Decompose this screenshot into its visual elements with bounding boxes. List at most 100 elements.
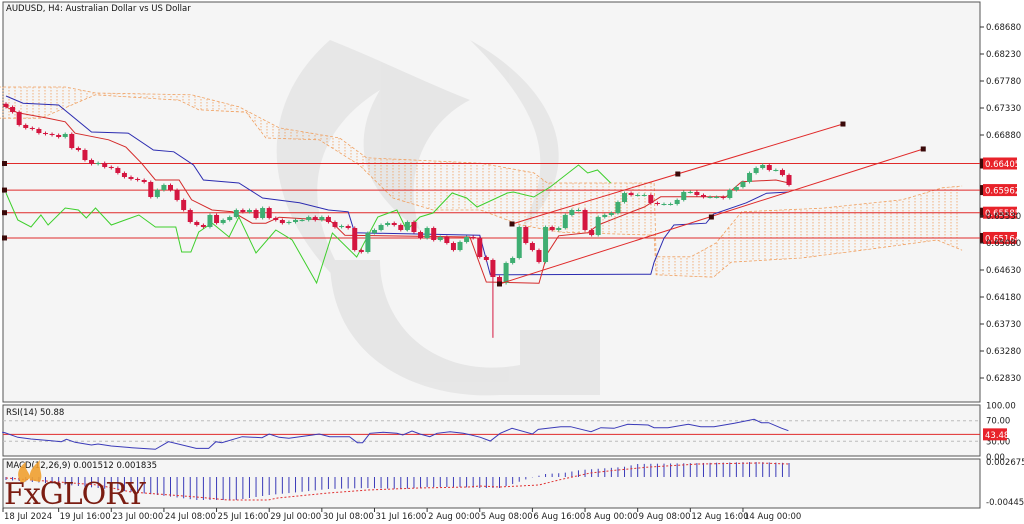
logo-text: FxGLORY xyxy=(4,477,147,512)
candle xyxy=(622,191,628,204)
candle-body xyxy=(582,210,588,230)
candle-body xyxy=(345,226,351,228)
candle-body xyxy=(740,181,746,188)
price-tick-label: 0.62830 xyxy=(986,374,1021,384)
candle xyxy=(529,241,535,252)
candle-body xyxy=(622,193,628,203)
candle xyxy=(615,200,621,215)
price-tick-label: 0.63280 xyxy=(986,347,1021,357)
candle-body xyxy=(200,225,206,227)
candle-body xyxy=(641,195,647,196)
candle xyxy=(595,215,601,237)
rsi-level-label: 43.48 xyxy=(985,431,1009,441)
level-anchor-marker[interactable] xyxy=(2,161,7,166)
candle-body xyxy=(391,223,397,225)
level-anchor-marker[interactable] xyxy=(2,210,7,216)
candle-body xyxy=(760,165,766,168)
time-tick-label: 18 Jul 2024 xyxy=(4,512,52,522)
candle-body xyxy=(700,195,706,197)
candle-body xyxy=(378,225,384,230)
time-tick-label: 31 Jul 16:00 xyxy=(375,512,426,522)
price-tick-label: 0.64180 xyxy=(986,293,1021,303)
candle-body xyxy=(260,208,266,218)
candle xyxy=(457,240,463,252)
candle-body xyxy=(437,237,443,240)
candle-body xyxy=(3,103,9,107)
candle-body xyxy=(10,106,16,113)
chart-title: AUDUSD, H4: Australian Dollar vs US Doll… xyxy=(6,4,191,14)
trading-chart[interactable]: 0.664050.659620.655850.65164 0.686800.68… xyxy=(0,0,1024,524)
candle-body xyxy=(661,204,667,205)
rsi-pane[interactable] xyxy=(2,404,981,457)
candle-body xyxy=(128,177,134,179)
candle xyxy=(523,225,529,245)
candle-body xyxy=(654,202,660,204)
candle-body xyxy=(319,217,325,221)
candle-body xyxy=(82,150,88,161)
candle-body xyxy=(36,129,42,134)
candle-body xyxy=(253,210,259,218)
candle-body xyxy=(720,196,726,198)
trendline-anchor-handle[interactable] xyxy=(509,221,515,227)
candle-body xyxy=(450,243,456,251)
candle-body xyxy=(457,241,463,251)
price-tick-label: 0.64630 xyxy=(986,266,1021,276)
trendline-anchor-handle[interactable] xyxy=(675,171,681,177)
candle-body xyxy=(536,250,542,263)
price-tick-label: 0.68230 xyxy=(986,50,1021,60)
candle xyxy=(253,208,259,220)
candle-body xyxy=(562,214,568,228)
candle xyxy=(69,132,75,150)
candle-body xyxy=(339,226,345,228)
candle-body xyxy=(168,184,173,191)
candle-body xyxy=(154,190,160,197)
candle-body xyxy=(727,190,733,198)
candle-body xyxy=(135,178,141,180)
level-anchor-marker[interactable] xyxy=(2,187,7,193)
candle-body xyxy=(95,163,101,165)
candle-body xyxy=(602,214,608,218)
candle-body xyxy=(194,222,200,225)
candle-body xyxy=(89,160,95,164)
level-anchor-marker[interactable] xyxy=(2,235,7,241)
candle-body xyxy=(733,187,739,191)
candle-body xyxy=(325,217,331,222)
candle-body xyxy=(227,217,233,221)
candle-body xyxy=(174,190,180,200)
macd-axis-label: -0.004456 xyxy=(986,498,1024,508)
candle xyxy=(477,236,483,259)
candle-body xyxy=(543,226,549,263)
candle-body xyxy=(714,196,720,198)
candle-body xyxy=(786,175,792,185)
candle-body xyxy=(29,127,35,129)
candle-body xyxy=(56,135,62,137)
candle xyxy=(727,188,733,200)
price-tick-label: 0.67780 xyxy=(986,77,1021,87)
trendline-anchor-handle[interactable] xyxy=(497,281,502,287)
candle-body xyxy=(233,210,239,218)
candle-body xyxy=(187,210,193,222)
time-tick-label: 12 Aug 16:00 xyxy=(691,512,748,522)
rsi-label: RSI(14) 50.88 xyxy=(6,408,64,418)
candle-body xyxy=(148,181,154,197)
candle-body xyxy=(299,220,305,222)
candle-body xyxy=(464,237,470,242)
candle-body xyxy=(549,226,555,230)
candle-body xyxy=(595,217,601,236)
rsi-axis-label: 70.00 xyxy=(986,417,1010,427)
time-tick-label: 2 Aug 00:00 xyxy=(428,512,480,522)
candle xyxy=(365,231,371,254)
candle-body xyxy=(766,165,772,170)
candle xyxy=(404,220,410,232)
candle xyxy=(648,193,654,205)
trendline-anchor-handle[interactable] xyxy=(708,214,714,220)
candle xyxy=(352,226,358,252)
trendline-anchor-handle[interactable] xyxy=(840,121,846,127)
candle-body xyxy=(312,217,318,221)
trendline-anchor-handle[interactable] xyxy=(920,146,926,152)
candle xyxy=(148,180,154,199)
candle xyxy=(266,206,272,220)
candle-body xyxy=(332,222,338,227)
time-tick-label: 6 Aug 16:00 xyxy=(533,512,585,522)
level-price-label: 0.66405 xyxy=(985,160,1020,170)
